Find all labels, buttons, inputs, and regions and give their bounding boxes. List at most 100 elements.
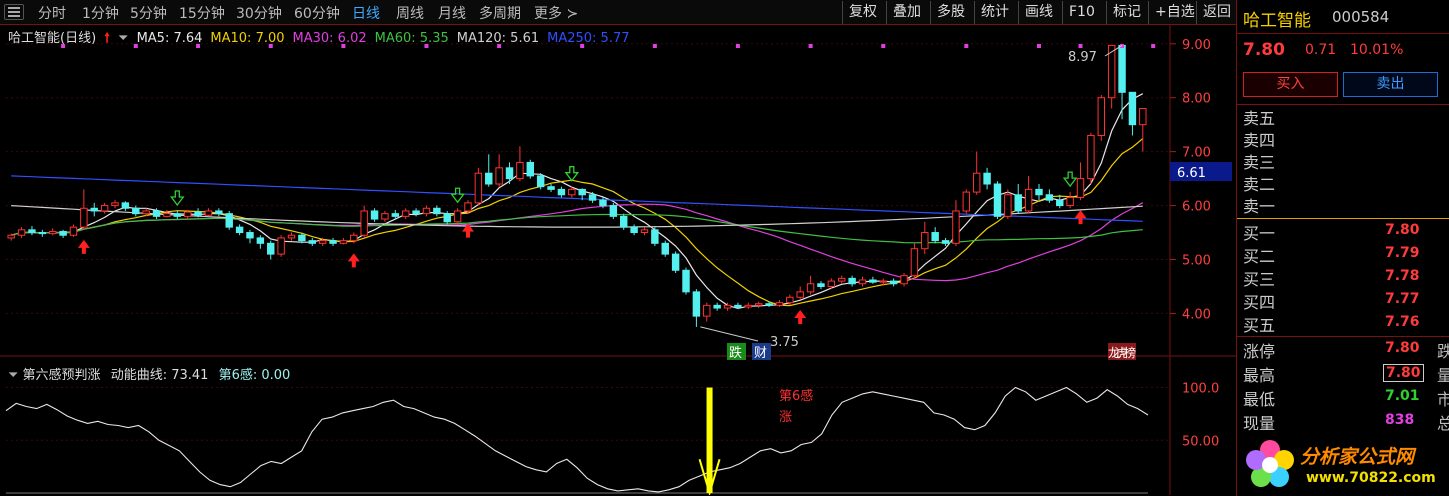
tab-monthly[interactable]: 月线 xyxy=(438,3,466,23)
candle xyxy=(308,237,316,247)
candle-body xyxy=(910,248,919,277)
candle xyxy=(972,151,981,195)
candle-body xyxy=(505,167,514,180)
bid-price: 7.79 xyxy=(1385,245,1420,261)
curve-value: 动能曲线: 73.41 xyxy=(110,368,209,383)
candle-body xyxy=(152,210,161,217)
indicator-y-label: 50.00 xyxy=(1182,434,1219,449)
candle-body xyxy=(848,277,856,285)
candle-body xyxy=(183,211,192,217)
tab-multi-period[interactable]: 多周期 xyxy=(479,3,521,23)
tab-5min[interactable]: 5分钟 xyxy=(130,3,167,23)
buy-button[interactable]: 买入 xyxy=(1243,72,1338,97)
low-leader-line xyxy=(700,326,759,342)
candle xyxy=(692,289,701,327)
candle-body xyxy=(464,202,472,212)
candle-body xyxy=(744,304,753,308)
kline-chart[interactable]: 100.0 50.00 9.00 8.00 7.00 6.00 5.00 4.00 8.97… xyxy=(0,25,1236,495)
tab-15min[interactable]: 15分钟 xyxy=(179,3,225,23)
candle-body xyxy=(682,269,690,293)
candle xyxy=(485,154,493,187)
candle xyxy=(422,205,431,217)
menu-icon[interactable] xyxy=(4,4,24,20)
stat-value: 838 xyxy=(1385,412,1415,428)
main-legend: 哈工智能(日线) 🠕 ⏷ MA5: 7.64 MA10: 7.00 MA30: 6.… xyxy=(8,27,642,51)
draw-line-button[interactable]: 画线 xyxy=(1018,1,1059,24)
circle-chevron-icon[interactable]: ⏷ xyxy=(118,31,128,46)
signal-text-2: 涨 xyxy=(779,410,792,425)
candle-body xyxy=(485,172,493,185)
candle xyxy=(69,224,78,237)
candle-body xyxy=(536,175,545,188)
stat-extra-label: 市 xyxy=(1437,390,1449,409)
stat-extra-label: 跌 xyxy=(1437,342,1449,361)
candle-body xyxy=(1056,199,1064,207)
low-price-label: 3.75 xyxy=(770,335,799,350)
sell-button[interactable]: 卖出 xyxy=(1343,72,1438,97)
add-favorite-button[interactable]: +自选 xyxy=(1148,1,1201,24)
candle xyxy=(557,186,566,198)
flower-logo-icon xyxy=(1246,440,1294,487)
bid-level-2: 买二 xyxy=(1243,247,1276,266)
candle xyxy=(1045,189,1054,203)
candle-body xyxy=(1004,194,1012,217)
candle-body xyxy=(370,210,379,220)
bid-level-3: 买三 xyxy=(1243,270,1276,289)
y-axis-label: 6.00 xyxy=(1182,200,1211,215)
back-button[interactable]: 返回 xyxy=(1196,1,1237,24)
stat-label: 现量 xyxy=(1243,414,1276,433)
candle xyxy=(1024,175,1033,214)
candle-body xyxy=(1087,134,1095,180)
candle xyxy=(630,224,638,236)
candle-body xyxy=(339,240,348,244)
candle xyxy=(526,159,535,179)
candle-body xyxy=(318,240,327,244)
restore-rights-button[interactable]: 复权 xyxy=(842,1,883,24)
ask-level-2: 卖二 xyxy=(1243,175,1276,194)
tab-timeshare[interactable]: 分时 xyxy=(38,3,66,23)
ma-legend-item: MA60: 5.35 xyxy=(374,31,449,46)
price-change: 0.71 xyxy=(1305,42,1337,58)
candle-body xyxy=(661,242,669,255)
stat-extra-label: 总 xyxy=(1437,414,1449,433)
tab-weekly[interactable]: 周线 xyxy=(396,3,424,23)
mark-button[interactable]: 标记 xyxy=(1106,1,1147,24)
tab-30min[interactable]: 30分钟 xyxy=(236,3,282,23)
candle-body xyxy=(972,172,981,193)
buy-arrow-icon xyxy=(347,253,360,268)
candle-body xyxy=(391,213,400,217)
tab-more[interactable]: 更多 ≻ xyxy=(534,3,578,23)
sell-arrow-icon xyxy=(170,190,185,207)
candle-body xyxy=(287,234,296,239)
candle xyxy=(848,275,856,287)
candle xyxy=(713,302,721,311)
candle-body xyxy=(931,232,939,242)
candle xyxy=(962,189,971,214)
candle-body xyxy=(900,275,908,285)
statistics-button[interactable]: 统计 xyxy=(974,1,1015,24)
candle xyxy=(869,276,877,284)
bid-level-5: 买五 xyxy=(1243,316,1276,335)
candle-body xyxy=(360,210,368,236)
candle-body xyxy=(474,172,483,204)
candle-body xyxy=(889,280,898,285)
candle-body xyxy=(838,277,846,282)
multi-stock-button[interactable]: 多股 xyxy=(930,1,971,24)
candle xyxy=(370,208,379,222)
sell-arrow-icon xyxy=(1062,171,1078,188)
candle-body xyxy=(1045,194,1054,201)
tab-60min[interactable]: 60分钟 xyxy=(294,3,340,23)
circle-chevron-icon[interactable]: ⏷ xyxy=(8,368,18,383)
ask-level-4: 卖四 xyxy=(1243,131,1276,150)
f10-button[interactable]: F10 xyxy=(1062,1,1101,24)
tab-1min[interactable]: 1分钟 xyxy=(82,3,119,23)
bid-level-1: 买一 xyxy=(1243,224,1276,243)
ask-level-5: 卖五 xyxy=(1243,109,1276,128)
tab-daily[interactable]: 日线 xyxy=(352,3,380,23)
fall-badge-label: 跌 xyxy=(729,345,742,361)
bid-price: 7.78 xyxy=(1385,268,1420,284)
stock-code: 000584 xyxy=(1332,8,1390,26)
overlay-button[interactable]: 叠加 xyxy=(886,1,927,24)
candle-body xyxy=(941,240,950,244)
candle-body xyxy=(235,226,244,234)
